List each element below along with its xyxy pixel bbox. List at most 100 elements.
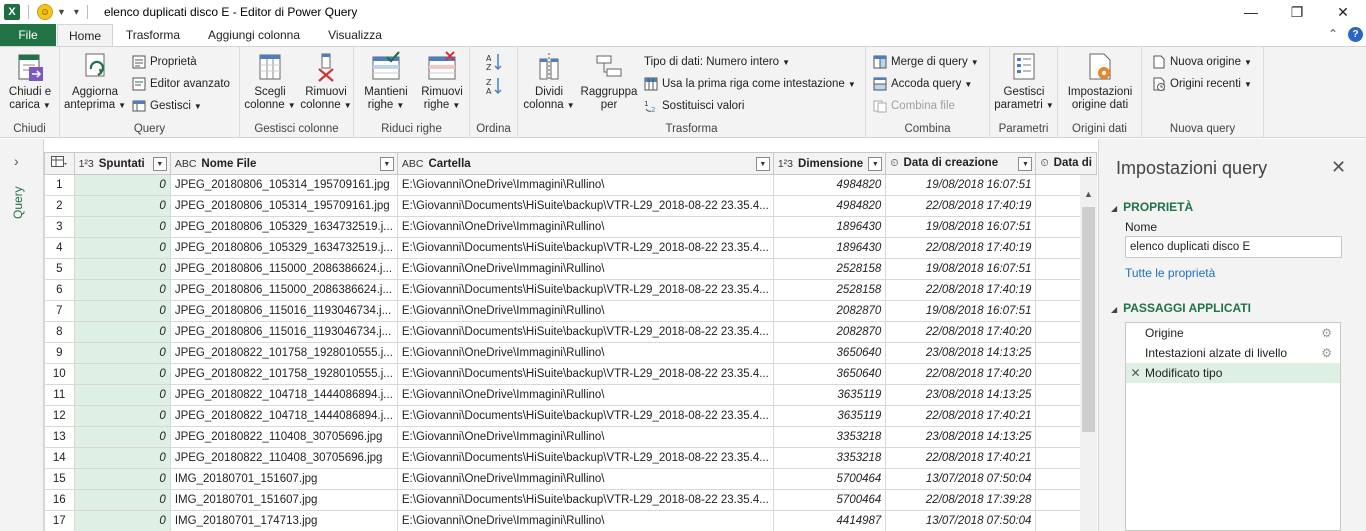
cell-nome-file[interactable]: JPEG_20180822_110408_30705696.jpg xyxy=(169,426,398,448)
cell-nome-file[interactable]: JPEG_20180822_101758_1928010555.j... xyxy=(169,342,398,364)
column-type-icon[interactable]: ⏲ xyxy=(890,157,898,169)
cell-cartella[interactable]: E:\Giovanni\OneDrive\Immagini\Rullino\ xyxy=(396,216,774,238)
remove-columns-button[interactable]: Rimuovi colonne ▼ xyxy=(300,51,352,112)
sort-descending-button[interactable]: ZA xyxy=(485,76,507,96)
table-row[interactable]: 2 0 JPEG_20180806_105314_195709161.jpg E:\G… xyxy=(44,195,1097,217)
cell-nome-file[interactable]: JPEG_20180806_105314_195709161.jpg xyxy=(169,174,398,196)
cell-nome-file[interactable]: JPEG_20180806_115016_1193046734.j... xyxy=(169,321,398,343)
cell-spuntati[interactable]: 0 xyxy=(73,342,171,364)
cell-nome-file[interactable]: IMG_20180701_151607.jpg xyxy=(169,468,398,490)
column-type-icon[interactable]: 1²3 xyxy=(79,158,94,170)
quick-access-dropdown-icon[interactable]: ▼ xyxy=(57,7,66,17)
collapse-triangle-icon-2[interactable]: ◢ xyxy=(1111,305,1117,314)
tab-home[interactable]: Home xyxy=(57,24,113,47)
scroll-up-arrow-icon[interactable]: ▲ xyxy=(1080,189,1097,203)
cell-nome-file[interactable]: IMG_20180701_174713.jpg xyxy=(169,510,398,531)
minimize-button[interactable]: — xyxy=(1228,0,1274,24)
cell-nome-file[interactable]: IMG_20180701_151607.jpg xyxy=(169,489,398,511)
step-settings-gear-icon[interactable]: ⚙ xyxy=(1321,346,1332,360)
row-number[interactable]: 1 xyxy=(44,174,75,196)
row-number[interactable]: 3 xyxy=(44,216,75,238)
column-type-icon[interactable]: ABC xyxy=(402,158,424,170)
column-header[interactable]: 1²3 Dimensione ▼ xyxy=(772,152,887,175)
cell-spuntati[interactable]: 0 xyxy=(73,279,171,301)
cell-nome-file[interactable]: JPEG_20180806_115000_2086386624.j... xyxy=(169,258,398,280)
cell-spuntati[interactable]: 0 xyxy=(73,174,171,196)
group-by-button[interactable]: Raggruppa per xyxy=(578,51,640,112)
cell-dimensione[interactable]: 4984820 xyxy=(772,195,887,217)
cell-data-creazione[interactable]: 13/07/2018 07:50:04 xyxy=(885,510,1037,531)
cell-cartella[interactable]: E:\Giovanni\Documents\HiSuite\backup\VTR… xyxy=(396,195,774,217)
restore-button[interactable]: ❐ xyxy=(1274,0,1320,24)
cell-dimensione[interactable]: 2528158 xyxy=(772,279,887,301)
cell-data-creazione[interactable]: 23/08/2018 14:13:25 xyxy=(885,384,1037,406)
table-row[interactable]: 10 0 JPEG_20180822_101758_1928010555.j... E… xyxy=(44,363,1097,385)
cell-spuntati[interactable]: 0 xyxy=(73,321,171,343)
cell-spuntati[interactable]: 0 xyxy=(73,405,171,427)
tab-add-column[interactable]: Aggiungi colonna xyxy=(196,24,312,46)
table-row[interactable]: 14 0 JPEG_20180822_110408_30705696.jpg E:\G… xyxy=(44,447,1097,469)
cell-dimensione[interactable]: 5700464 xyxy=(772,468,887,490)
cell-dimensione[interactable]: 2082870 xyxy=(772,321,887,343)
cell-dimensione[interactable]: 4414987 xyxy=(772,510,887,531)
table-row[interactable]: 17 0 IMG_20180701_174713.jpg E:\Giovanni\On… xyxy=(44,510,1097,531)
new-source-button[interactable]: Nuova origine ▼ xyxy=(1152,52,1252,72)
cell-cartella[interactable]: E:\Giovanni\OneDrive\Immagini\Rullino\ xyxy=(396,510,774,531)
split-column-button[interactable]: Dividi colonna ▼ xyxy=(522,51,576,112)
row-number[interactable]: 12 xyxy=(44,405,75,427)
column-header[interactable]: ⏲ Data di xyxy=(1035,152,1097,175)
help-icon[interactable]: ? xyxy=(1348,27,1363,42)
column-type-icon[interactable]: ABC xyxy=(175,158,197,170)
cell-nome-file[interactable]: JPEG_20180822_110408_30705696.jpg xyxy=(169,447,398,469)
cell-dimensione[interactable]: 4984820 xyxy=(772,174,887,196)
cell-data-creazione[interactable]: 19/08/2018 16:07:51 xyxy=(885,216,1037,238)
table-row[interactable]: 1 0 JPEG_20180806_105314_195709161.jpg E:\G… xyxy=(44,174,1097,196)
row-number[interactable]: 7 xyxy=(44,300,75,322)
cell-nome-file[interactable]: JPEG_20180806_115016_1193046734.j... xyxy=(169,300,398,322)
choose-columns-button[interactable]: Scegli colonne ▼ xyxy=(244,51,296,112)
column-header[interactable]: ABC Cartella ▼ xyxy=(396,152,774,175)
tab-file[interactable]: File xyxy=(0,24,56,46)
column-filter-dropdown-icon[interactable]: ▼ xyxy=(868,157,883,171)
row-number[interactable]: 16 xyxy=(44,489,75,511)
table-menu-icon[interactable] xyxy=(51,156,67,168)
cell-data-creazione[interactable]: 22/08/2018 17:40:19 xyxy=(885,195,1037,217)
column-type-icon[interactable]: ⏲ xyxy=(1040,157,1048,169)
vertical-scrollbar[interactable]: ▲ xyxy=(1080,175,1097,531)
advanced-editor-button[interactable]: Editor avanzato xyxy=(132,74,230,94)
close-settings-icon[interactable]: ✕ xyxy=(1331,157,1346,178)
cell-data-creazione[interactable]: 23/08/2018 14:13:25 xyxy=(885,342,1037,364)
table-row[interactable]: 5 0 JPEG_20180806_115000_2086386624.j... E:… xyxy=(44,258,1097,280)
cell-data-creazione[interactable]: 19/08/2018 16:07:51 xyxy=(885,174,1037,196)
data-source-settings-button[interactable]: Impostazioni origine dati xyxy=(1062,51,1138,112)
step-changed-type[interactable]: ✕ Modificato tipo xyxy=(1126,363,1340,383)
properties-section-header[interactable]: ◢ PROPRIETÀ xyxy=(1111,200,1193,214)
cell-cartella[interactable]: E:\Giovanni\OneDrive\Immagini\Rullino\ xyxy=(396,468,774,490)
cell-dimensione[interactable]: 1896430 xyxy=(772,237,887,259)
cell-data-creazione[interactable]: 22/08/2018 17:39:28 xyxy=(885,489,1037,511)
row-number[interactable]: 5 xyxy=(44,258,75,280)
recent-sources-button[interactable]: Origini recenti ▼ xyxy=(1152,74,1252,94)
cell-data-creazione[interactable]: 13/07/2018 07:50:04 xyxy=(885,468,1037,490)
keep-rows-button[interactable]: Mantieni righe ▼ xyxy=(360,51,412,112)
cell-cartella[interactable]: E:\Giovanni\OneDrive\Immagini\Rullino\ xyxy=(396,342,774,364)
column-filter-dropdown-icon[interactable]: ▼ xyxy=(1018,157,1033,171)
cell-nome-file[interactable]: JPEG_20180822_104718_1444086894.j... xyxy=(169,384,398,406)
column-header[interactable]: ⏲ Data di creazione ▼ xyxy=(885,152,1037,175)
all-properties-link[interactable]: Tutte le proprietà xyxy=(1125,266,1215,280)
column-filter-dropdown-icon[interactable]: ▼ xyxy=(755,157,770,171)
cell-cartella[interactable]: E:\Giovanni\OneDrive\Immagini\Rullino\ xyxy=(396,426,774,448)
table-row[interactable]: 7 0 JPEG_20180806_115016_1193046734.j... E:… xyxy=(44,300,1097,322)
delete-step-icon[interactable]: ✕ xyxy=(1126,366,1145,380)
combine-files-button[interactable]: Combina file xyxy=(873,96,955,116)
cell-spuntati[interactable]: 0 xyxy=(73,426,171,448)
cell-spuntati[interactable]: 0 xyxy=(73,510,171,531)
cell-dimensione[interactable]: 3650640 xyxy=(772,363,887,385)
append-queries-button[interactable]: Accoda query ▼ xyxy=(873,74,972,94)
data-type-dropdown[interactable]: Tipo di dati: Numero intero ▼ xyxy=(644,52,790,72)
cell-cartella[interactable]: E:\Giovanni\OneDrive\Immagini\Rullino\ xyxy=(396,174,774,196)
table-row[interactable]: 9 0 JPEG_20180822_101758_1928010555.j... E:… xyxy=(44,342,1097,364)
tab-view[interactable]: Visualizza xyxy=(318,24,392,46)
cell-data-creazione[interactable]: 19/08/2018 16:07:51 xyxy=(885,300,1037,322)
refresh-preview-button[interactable]: Aggiorna anteprima ▼ xyxy=(64,51,126,112)
